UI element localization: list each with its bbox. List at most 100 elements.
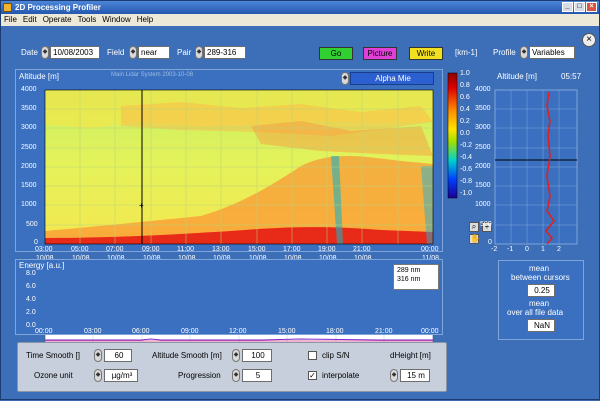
colorbar-tick: -0.2 [460,142,473,149]
energy-y-tick: 8.0 [26,270,36,277]
y-tick: 1500 [21,182,37,189]
menu-tools[interactable]: Tools [78,14,97,26]
mean-cursors-label: mean [529,264,550,273]
energy-x-tick: 21:00 [375,328,393,335]
altitude-smooth-field[interactable]: 100 [242,349,272,362]
y-tick: 4000 [21,86,37,93]
energy-x-tick: 03:00 [84,328,102,335]
settings-panel: Time Smooth [] ◆ 60 Ozone unit ◆ µg/m³ A… [17,342,447,392]
mean-cursors-value: 0.25 [527,284,555,297]
app-icon [3,3,12,12]
x-tick: 09:00 [142,246,160,253]
dheight-label: dHeight [m] [390,351,431,360]
colorbar-tick: -0.6 [460,166,473,173]
profile-y-tick: 1500 [475,182,491,189]
menu-help[interactable]: Help [137,14,153,26]
time-smooth-spinner[interactable]: ◆ [94,349,102,362]
colorbar-tick: 0.4 [460,106,470,113]
x-tick: 05:00 [71,246,89,253]
profile-y-tick: 0 [488,239,492,246]
minimize-button[interactable]: _ [562,2,573,12]
energy-y-tick: 6.0 [26,283,36,290]
profile-x-tick: 2 [557,246,561,253]
time-cursor-marker: + [139,201,144,210]
energy-x-tick: 15:00 [278,328,296,335]
ozone-unit-spinner[interactable]: ◆ [94,369,102,382]
zoom-icon[interactable]: ⌕ [469,222,479,232]
progression-field[interactable]: 5 [242,369,272,382]
profile-y-tick: 500 [480,221,492,228]
energy-x-tick: 00:00 [421,328,439,335]
dheight-spinner[interactable]: ◆ [390,369,398,382]
altitude-smooth-spinner[interactable]: ◆ [232,349,240,362]
profile-x-tick: -1 [507,246,514,253]
window-title: 2D Processing Profiler [15,3,101,12]
energy-x-tick: 18:00 [326,328,344,335]
legend-316: 316 nm [397,276,421,283]
profile-y-tick: 2500 [475,144,491,151]
x-tick: 15:00 [248,246,266,253]
x-tick: 13:00 [212,246,230,253]
menu-operate[interactable]: Operate [43,14,72,26]
colorbar-tick: -0.8 [460,178,473,185]
profile-time: 05:57 [561,72,582,81]
profile-y-tick: 2000 [475,163,491,170]
profile-x-tick: 1 [541,246,545,253]
x-tick: 17:00 [283,246,301,253]
x-tick: 21:00 [353,246,371,253]
ozone-unit-label: Ozone unit [34,371,73,380]
dheight-field[interactable]: 15 m [400,369,430,382]
mean-all-sublabel: over all file data [507,308,564,317]
time-smooth-label: Time Smooth [] [26,351,80,360]
menu-file[interactable]: File [4,14,17,26]
colorbar-tick: 0.0 [460,130,470,137]
energy-x-tick: 09:00 [181,328,199,335]
y-tick: 3500 [21,105,37,112]
menu-edit[interactable]: Edit [23,14,37,26]
clip-sn-label: clip S/N [322,351,350,360]
profile-y-tick: 3000 [475,124,491,131]
menu-bar: File Edit Operate Tools Window Help [1,14,599,26]
mean-all-value: NaN [527,319,555,332]
x-tick: 19:00 [318,246,336,253]
clip-sn-checkbox[interactable] [308,351,317,360]
energy-x-tick: 12:00 [229,328,247,335]
profile-y-tick: 1000 [475,201,491,208]
interpolate-checkbox[interactable]: ✓ [308,371,317,380]
close-button[interactable]: × [586,2,597,12]
energy-ylabel: Energy [a.u.] [19,261,65,270]
progression-label: Progression [178,371,221,380]
x-tick: 07:00 [106,246,124,253]
menu-window[interactable]: Window [102,14,130,26]
y-tick: 3000 [21,124,37,131]
ozone-unit-select[interactable]: µg/m³ [104,369,138,382]
colorbar-tick: 0.8 [460,82,470,89]
profile-y-tick: 4000 [475,86,491,93]
y-tick: 1000 [21,201,37,208]
maximize-button[interactable]: □ [574,2,585,12]
colorbar-tick: 0.6 [460,94,470,101]
y-tick: 2500 [21,144,37,151]
interpolate-label: interpolate [322,371,360,380]
energy-y-tick: 2.0 [26,309,36,316]
altitude-smooth-label: Altitude Smooth [m] [152,351,222,360]
mean-all-label: mean [529,299,550,308]
y-tick: 500 [26,221,38,228]
y-tick: 0 [34,239,38,246]
window-controls: _ □ × [562,2,597,12]
application-window: 2D Processing Profiler _ □ × File Edit O… [0,0,600,400]
colorbar-tick: -1.0 [460,190,473,197]
legend-289: 289 nm [397,267,421,274]
x-tick: 03:00 [35,246,53,253]
colorbar-tick: -0.4 [460,154,473,161]
colorbar [447,72,458,199]
pan-hand-icon[interactable]: ✋ [469,234,480,244]
colorbar-tick: 0.2 [460,118,470,125]
time-smooth-field[interactable]: 60 [104,349,132,362]
profile-ylabel: Altitude [m] [497,72,538,81]
energy-legend: 289 nm 316 nm [393,264,439,290]
title-bar: 2D Processing Profiler _ □ × [1,1,599,14]
progression-spinner[interactable]: ◆ [232,369,240,382]
energy-y-tick: 4.0 [26,296,36,303]
mean-cursors-sublabel: between cursors [511,273,570,282]
